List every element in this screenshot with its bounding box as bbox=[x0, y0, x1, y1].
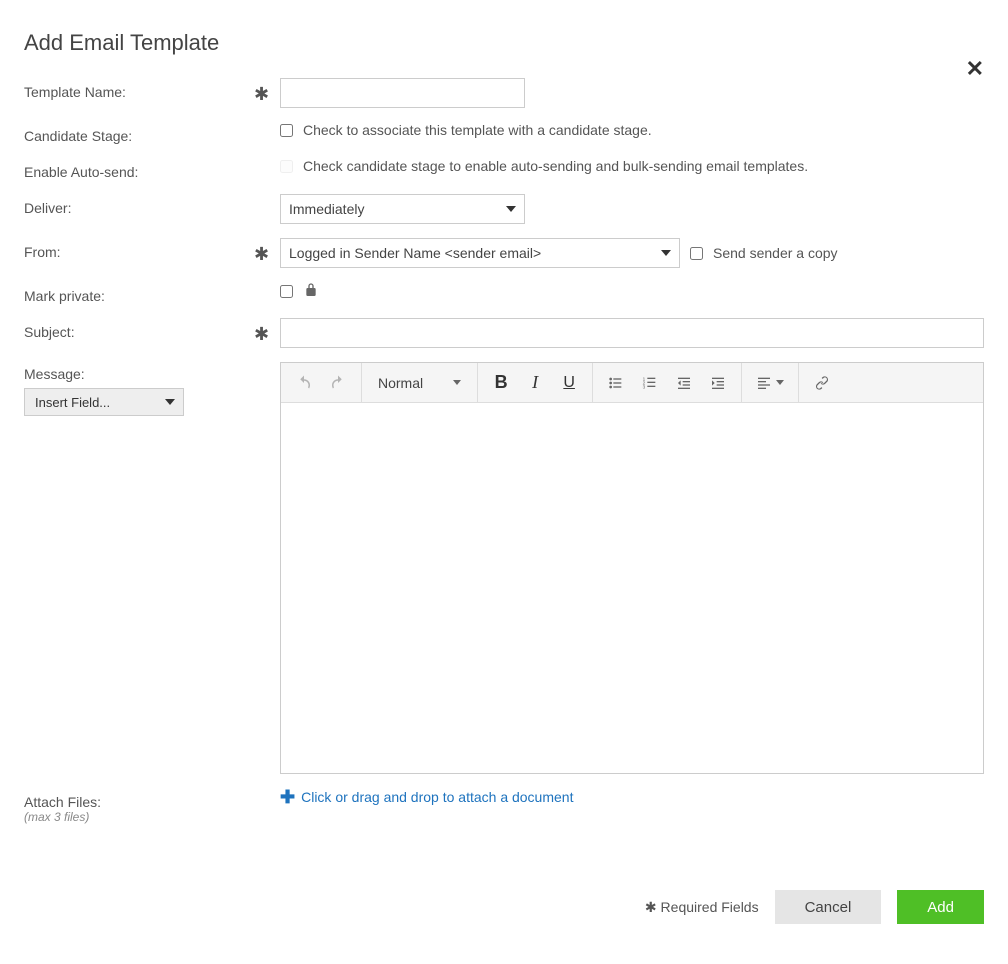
underline-button[interactable]: U bbox=[552, 366, 586, 400]
candidate-stage-text: Check to associate this template with a … bbox=[303, 122, 652, 138]
italic-icon: I bbox=[532, 372, 538, 393]
row-attach: Attach Files: (max 3 files) ✚ Click or d… bbox=[24, 788, 984, 824]
underline-icon: U bbox=[563, 374, 575, 392]
chevron-down-icon bbox=[165, 399, 175, 405]
template-name-input[interactable] bbox=[280, 78, 525, 108]
row-candidate-stage: Candidate Stage: Check to associate this… bbox=[24, 122, 984, 144]
mark-private-checkbox[interactable] bbox=[280, 285, 293, 298]
italic-button[interactable]: I bbox=[518, 366, 552, 400]
lock-icon bbox=[303, 282, 319, 301]
chevron-down-icon bbox=[776, 380, 784, 385]
attach-file-link[interactable]: ✚ Click or drag and drop to attach a doc… bbox=[280, 788, 573, 806]
bullet-list-icon bbox=[608, 375, 624, 391]
message-body[interactable] bbox=[281, 403, 983, 773]
subject-input[interactable] bbox=[280, 318, 984, 348]
indent-icon bbox=[710, 375, 726, 391]
chevron-down-icon bbox=[661, 250, 671, 256]
link-icon bbox=[814, 375, 830, 391]
auto-send-checkbox bbox=[280, 160, 293, 173]
label-attach-files: Attach Files: bbox=[24, 794, 254, 810]
numbered-list-icon: 123 bbox=[642, 375, 658, 391]
format-select[interactable]: Normal bbox=[368, 375, 471, 391]
required-asterisk: ✱ bbox=[254, 238, 280, 265]
indent-button[interactable] bbox=[701, 366, 735, 400]
outdent-icon bbox=[676, 375, 692, 391]
auto-send-text: Check candidate stage to enable auto-sen… bbox=[303, 158, 808, 174]
row-from: From: ✱ Logged in Sender Name <sender em… bbox=[24, 238, 984, 268]
max-files-note: (max 3 files) bbox=[24, 810, 254, 824]
align-button[interactable] bbox=[748, 366, 792, 400]
align-left-icon bbox=[756, 375, 772, 391]
chevron-down-icon bbox=[453, 380, 461, 385]
deliver-value: Immediately bbox=[289, 201, 364, 217]
from-value: Logged in Sender Name <sender email> bbox=[289, 245, 541, 261]
send-copy-label: Send sender a copy bbox=[713, 245, 838, 261]
required-asterisk: ✱ bbox=[254, 318, 280, 345]
row-auto-send: Enable Auto-send: Check candidate stage … bbox=[24, 158, 984, 180]
cancel-button[interactable]: Cancel bbox=[775, 890, 882, 924]
label-subject: Subject: bbox=[24, 318, 254, 340]
label-message: Message: bbox=[24, 366, 254, 382]
undo-icon bbox=[295, 374, 313, 392]
message-editor: Normal B I U 123 bbox=[280, 362, 984, 774]
deliver-select[interactable]: Immediately bbox=[280, 194, 525, 224]
row-deliver: Deliver: Immediately bbox=[24, 194, 984, 224]
modal-title: Add Email Template bbox=[24, 30, 984, 56]
redo-button[interactable] bbox=[321, 366, 355, 400]
add-button[interactable]: Add bbox=[897, 890, 984, 924]
plus-icon: ✚ bbox=[280, 788, 295, 806]
send-copy-checkbox[interactable] bbox=[690, 247, 703, 260]
numbered-list-button[interactable]: 123 bbox=[633, 366, 667, 400]
insert-field-label: Insert Field... bbox=[35, 395, 110, 410]
label-template-name: Template Name: bbox=[24, 78, 254, 100]
attach-text: Click or drag and drop to attach a docum… bbox=[301, 789, 573, 805]
label-deliver: Deliver: bbox=[24, 194, 254, 216]
row-message: Message: Insert Field... Normal bbox=[24, 362, 984, 774]
outdent-button[interactable] bbox=[667, 366, 701, 400]
label-candidate-stage: Candidate Stage: bbox=[24, 122, 254, 144]
redo-icon bbox=[329, 374, 347, 392]
from-select[interactable]: Logged in Sender Name <sender email> bbox=[280, 238, 680, 268]
chevron-down-icon bbox=[506, 206, 516, 212]
close-icon[interactable]: ✕ bbox=[966, 56, 984, 82]
candidate-stage-checkbox[interactable] bbox=[280, 124, 293, 137]
label-auto-send: Enable Auto-send: bbox=[24, 158, 254, 180]
modal-footer: ✱ Required Fields Cancel Add bbox=[645, 890, 984, 924]
bold-button[interactable]: B bbox=[484, 366, 518, 400]
link-button[interactable] bbox=[805, 366, 839, 400]
svg-text:3: 3 bbox=[643, 384, 646, 389]
undo-button[interactable] bbox=[287, 366, 321, 400]
required-asterisk: ✱ bbox=[254, 78, 280, 105]
bold-icon: B bbox=[495, 372, 508, 393]
required-fields-note: ✱ Required Fields bbox=[645, 899, 759, 916]
row-subject: Subject: ✱ bbox=[24, 318, 984, 348]
row-template-name: Template Name: ✱ bbox=[24, 78, 984, 108]
format-label: Normal bbox=[378, 375, 423, 391]
insert-field-select[interactable]: Insert Field... bbox=[24, 388, 184, 416]
bullet-list-button[interactable] bbox=[599, 366, 633, 400]
label-from: From: bbox=[24, 238, 254, 260]
row-mark-private: Mark private: bbox=[24, 282, 984, 304]
label-mark-private: Mark private: bbox=[24, 282, 254, 304]
editor-toolbar: Normal B I U 123 bbox=[281, 363, 983, 403]
